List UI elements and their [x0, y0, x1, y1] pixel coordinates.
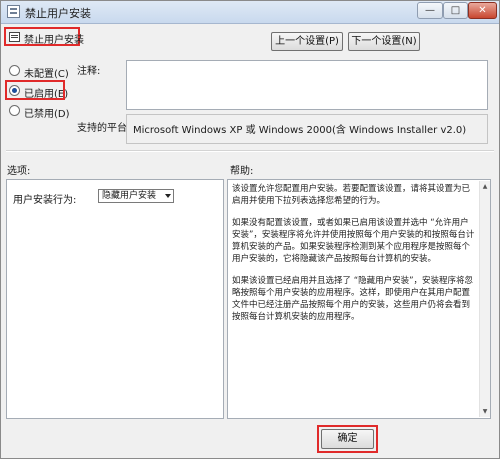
user-install-behavior-select[interactable]: 隐藏用户安装	[98, 189, 174, 203]
supported-platform-value: Microsoft Windows XP 或 Windows 2000(含 Wi…	[126, 114, 488, 144]
supported-platform-label: 支持的平台:	[77, 123, 131, 134]
next-setting-button[interactable]: 下一个设置(N)	[348, 32, 420, 51]
close-button[interactable]: ✕	[468, 2, 497, 19]
radio-not-configured-indicator[interactable]	[9, 65, 20, 76]
help-paragraph: 该设置允许您配置用户安装。若要配置该设置，请将其设置为已启用并使用下拉列表选择您…	[232, 184, 471, 206]
comment-label: 注释:	[77, 66, 101, 77]
help-text: 该设置允许您配置用户安装。若要配置该设置，请将其设置为已启用并使用下拉列表选择您…	[232, 183, 475, 333]
scroll-up-icon[interactable]: ▲	[481, 182, 489, 191]
help-paragraph: 如果没有配置该设置，或者如果已启用该设置并选中 “允许用户安装”，安装程序将允许…	[232, 218, 475, 264]
title-bar: 禁止用户安装 — □ ✕	[1, 1, 499, 24]
options-panel: 用户安装行为:	[6, 179, 224, 419]
comment-textarea[interactable]	[126, 60, 488, 110]
enabled-highlight-outline	[5, 80, 65, 100]
policy-name: 禁止用户安装	[24, 35, 84, 46]
maximize-button[interactable]: □	[443, 2, 468, 19]
chevron-down-icon	[165, 194, 171, 198]
help-section-label: 帮助:	[230, 166, 254, 177]
help-scrollbar[interactable]: ▲ ▼	[479, 181, 490, 417]
radio-disabled-label: 已禁用(D)	[24, 109, 70, 120]
user-install-behavior-value: 隐藏用户安装	[102, 191, 157, 201]
radio-disabled-indicator[interactable]	[9, 105, 20, 116]
minimize-button[interactable]: —	[417, 2, 443, 19]
window-title: 禁止用户安装	[25, 7, 91, 20]
radio-not-configured-label: 未配置(C)	[24, 69, 69, 80]
ok-button[interactable]: 确定	[321, 429, 374, 449]
section-divider	[6, 150, 494, 152]
policy-name-header: 禁止用户安装	[4, 27, 84, 46]
policy-setting-icon	[9, 32, 20, 42]
help-paragraph: 如果该设置已经启用并且选择了 “隐藏用户安装”，安装程序将忽略按照每个用户安装的…	[232, 276, 474, 322]
user-install-behavior-label: 用户安装行为:	[13, 195, 77, 206]
previous-setting-button[interactable]: 上一个设置(P)	[271, 32, 343, 51]
policy-dialog-window: 禁止用户安装 — □ ✕ 禁止用户安装 上一个设置(P) 下一个设置(N) 未配…	[0, 0, 500, 459]
scroll-down-icon[interactable]: ▼	[481, 407, 489, 416]
policy-window-icon	[7, 5, 20, 18]
options-section-label: 选项:	[7, 166, 31, 177]
